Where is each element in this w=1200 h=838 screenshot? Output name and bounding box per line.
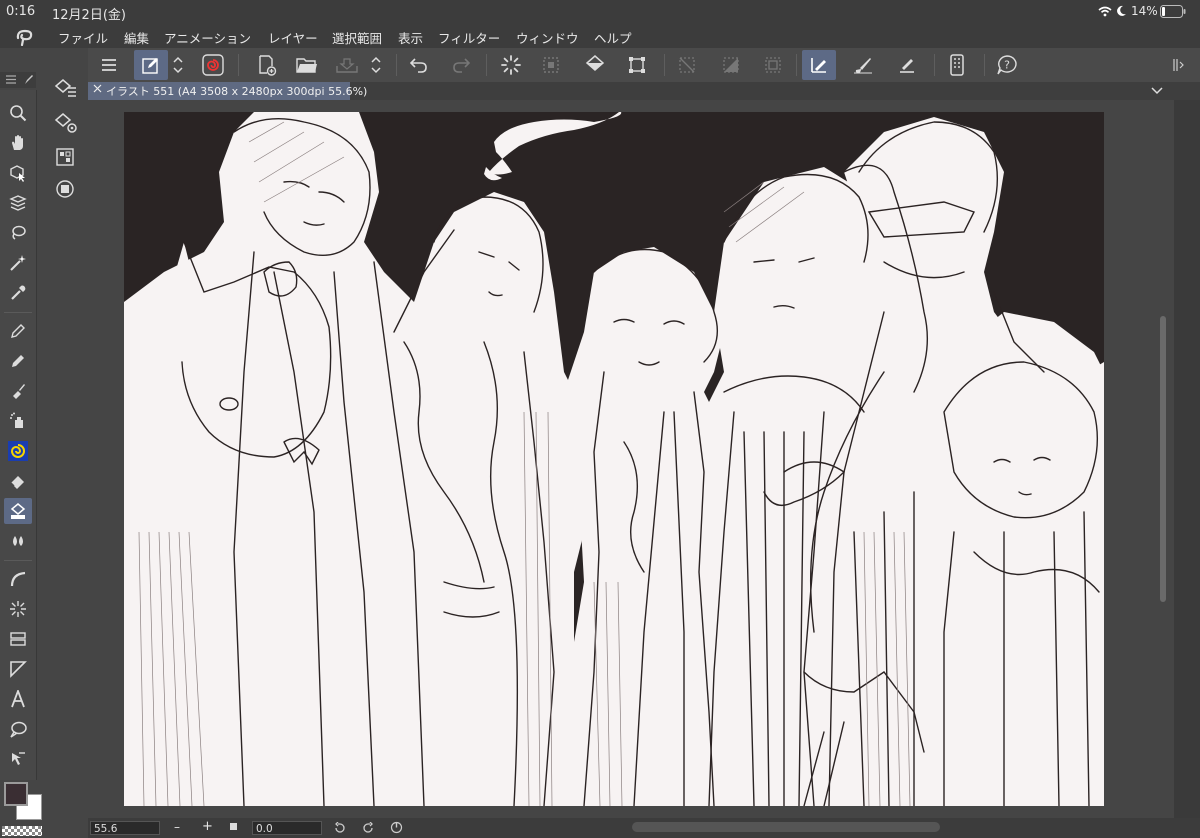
panel-menu-icon[interactable]: [6, 75, 16, 84]
chevron-down-icon[interactable]: [1150, 84, 1164, 96]
menu-icon[interactable]: [92, 50, 126, 80]
fill-settings-icon[interactable]: [54, 112, 78, 134]
zoom-out-button[interactable]: –: [174, 820, 180, 834]
menu-file[interactable]: ファイル: [58, 28, 108, 47]
status-bar: 0:16 12月2日(金) 14%: [0, 0, 1200, 24]
document-title: イラスト 551 (A4 3508 x 2480px 300dpi 55.6%): [106, 85, 368, 98]
blend-tool-icon[interactable]: [4, 528, 32, 554]
status-time: 0:16: [6, 4, 36, 19]
tool-panel-header: [0, 72, 36, 88]
fill-reference-other-icon[interactable]: [54, 78, 78, 100]
document-tab[interactable]: イラスト 551 (A4 3508 x 2480px 300dpi 55.6%): [88, 82, 367, 100]
battery-icon: [1160, 5, 1186, 18]
loading-icon[interactable]: [494, 50, 528, 80]
lasso-tool-icon[interactable]: [4, 220, 32, 246]
dotted-square-icon: [534, 50, 568, 80]
zoom-in-button[interactable]: +: [202, 819, 213, 834]
clip-studio-logo-icon[interactable]: [14, 28, 36, 46]
operation-tool-icon[interactable]: [4, 160, 32, 186]
eyedropper-tool-icon[interactable]: [4, 280, 32, 306]
edit-pen-icon[interactable]: [134, 50, 168, 80]
sub-tool-column: [48, 72, 86, 212]
characters-group: [124, 112, 1104, 806]
command-bar: ?: [88, 48, 1200, 83]
phone-icon[interactable]: [940, 50, 974, 80]
redo-icon: [444, 50, 478, 80]
brush-icon[interactable]: [846, 50, 880, 80]
spiral-app-icon[interactable]: [196, 50, 230, 80]
fit-screen-icon[interactable]: [230, 823, 237, 830]
save-icon: [330, 50, 364, 80]
menu-help[interactable]: ヘルプ: [594, 28, 632, 47]
spinner-updown-icon-2[interactable]: [366, 50, 386, 80]
snap-icon[interactable]: [890, 50, 924, 80]
frame-border-tool-icon[interactable]: [4, 626, 32, 652]
undo-icon[interactable]: [402, 50, 436, 80]
layer-move-tool-icon[interactable]: [4, 190, 32, 216]
menu-layer[interactable]: レイヤー: [268, 28, 318, 47]
pen-small-icon: [24, 74, 34, 85]
fill-paint-unfilled-icon[interactable]: [56, 180, 74, 198]
zoom-tool-icon[interactable]: [4, 100, 32, 126]
close-tab-icon[interactable]: [93, 84, 102, 93]
status-date: 12月2日(金): [52, 8, 126, 23]
menu-view[interactable]: 表示: [398, 28, 423, 47]
transform-icon[interactable]: [620, 50, 654, 80]
menu-edit[interactable]: 編集: [124, 28, 149, 47]
artwork-canvas[interactable]: [124, 112, 1104, 806]
wifi-icon: [1098, 6, 1112, 17]
eraser-tool-icon[interactable]: [4, 468, 32, 494]
main-color-swatch[interactable]: [4, 782, 28, 806]
fill-tool-icon[interactable]: [4, 498, 32, 524]
vertical-scrollbar[interactable]: [1160, 316, 1166, 602]
sketch-illustration: [124, 112, 1104, 806]
rotation-field[interactable]: 0.0: [252, 821, 322, 835]
color-swatches[interactable]: [2, 780, 42, 824]
help-icon[interactable]: ?: [990, 50, 1024, 80]
menu-animation[interactable]: アニメーション: [164, 28, 251, 47]
svg-text:?: ?: [1004, 59, 1010, 72]
pencil-tool-icon[interactable]: [4, 348, 32, 374]
menu-window[interactable]: ウィンドウ: [516, 28, 579, 47]
brush-tool-icon[interactable]: [4, 378, 32, 404]
fill-bucket-icon[interactable]: [578, 50, 612, 80]
zoom-field[interactable]: 55.6: [90, 821, 160, 835]
balloon-tool-icon[interactable]: [4, 716, 32, 742]
figure-curve-tool-icon[interactable]: [4, 566, 32, 592]
invert-icon: [714, 50, 748, 80]
menu-bar: ファイル 編集 アニメーション レイヤー 選択範囲 表示 フィルター ウィンドウ…: [0, 24, 1200, 48]
decoration-tool-icon[interactable]: [4, 438, 32, 464]
menu-filter[interactable]: フィルター: [438, 28, 500, 47]
reset-rotation-icon[interactable]: [390, 821, 403, 834]
moon-icon: [1116, 5, 1127, 17]
correct-line-tool-icon[interactable]: [4, 746, 32, 772]
battery-percent: 14%: [1131, 4, 1158, 18]
clear-selection-icon: [670, 50, 704, 80]
ruler-tool-icon[interactable]: [4, 656, 32, 682]
fill-enclosed-icon[interactable]: [56, 148, 74, 166]
ruler-pen-icon[interactable]: [802, 50, 836, 80]
tool-column: [0, 90, 37, 780]
open-folder-icon[interactable]: [290, 50, 324, 80]
magic-wand-tool-icon[interactable]: [4, 250, 32, 276]
hand-tool-icon[interactable]: [4, 130, 32, 156]
pen-tool-icon[interactable]: [4, 318, 32, 344]
menu-selection[interactable]: 選択範囲: [332, 28, 382, 47]
text-tool-icon[interactable]: [4, 686, 32, 712]
horizontal-scrollbar[interactable]: [632, 822, 940, 832]
transparent-color-swatch[interactable]: [2, 826, 42, 836]
spinner-updown-icon[interactable]: [168, 50, 188, 80]
new-file-icon[interactable]: [250, 50, 284, 80]
collapse-panel-icon[interactable]: [1164, 50, 1194, 80]
rotate-left-icon[interactable]: [334, 822, 346, 834]
speed-line-tool-icon[interactable]: [4, 596, 32, 622]
airbrush-tool-icon[interactable]: [4, 408, 32, 434]
crop-icon: [756, 50, 790, 80]
rotate-right-icon[interactable]: [362, 822, 374, 834]
